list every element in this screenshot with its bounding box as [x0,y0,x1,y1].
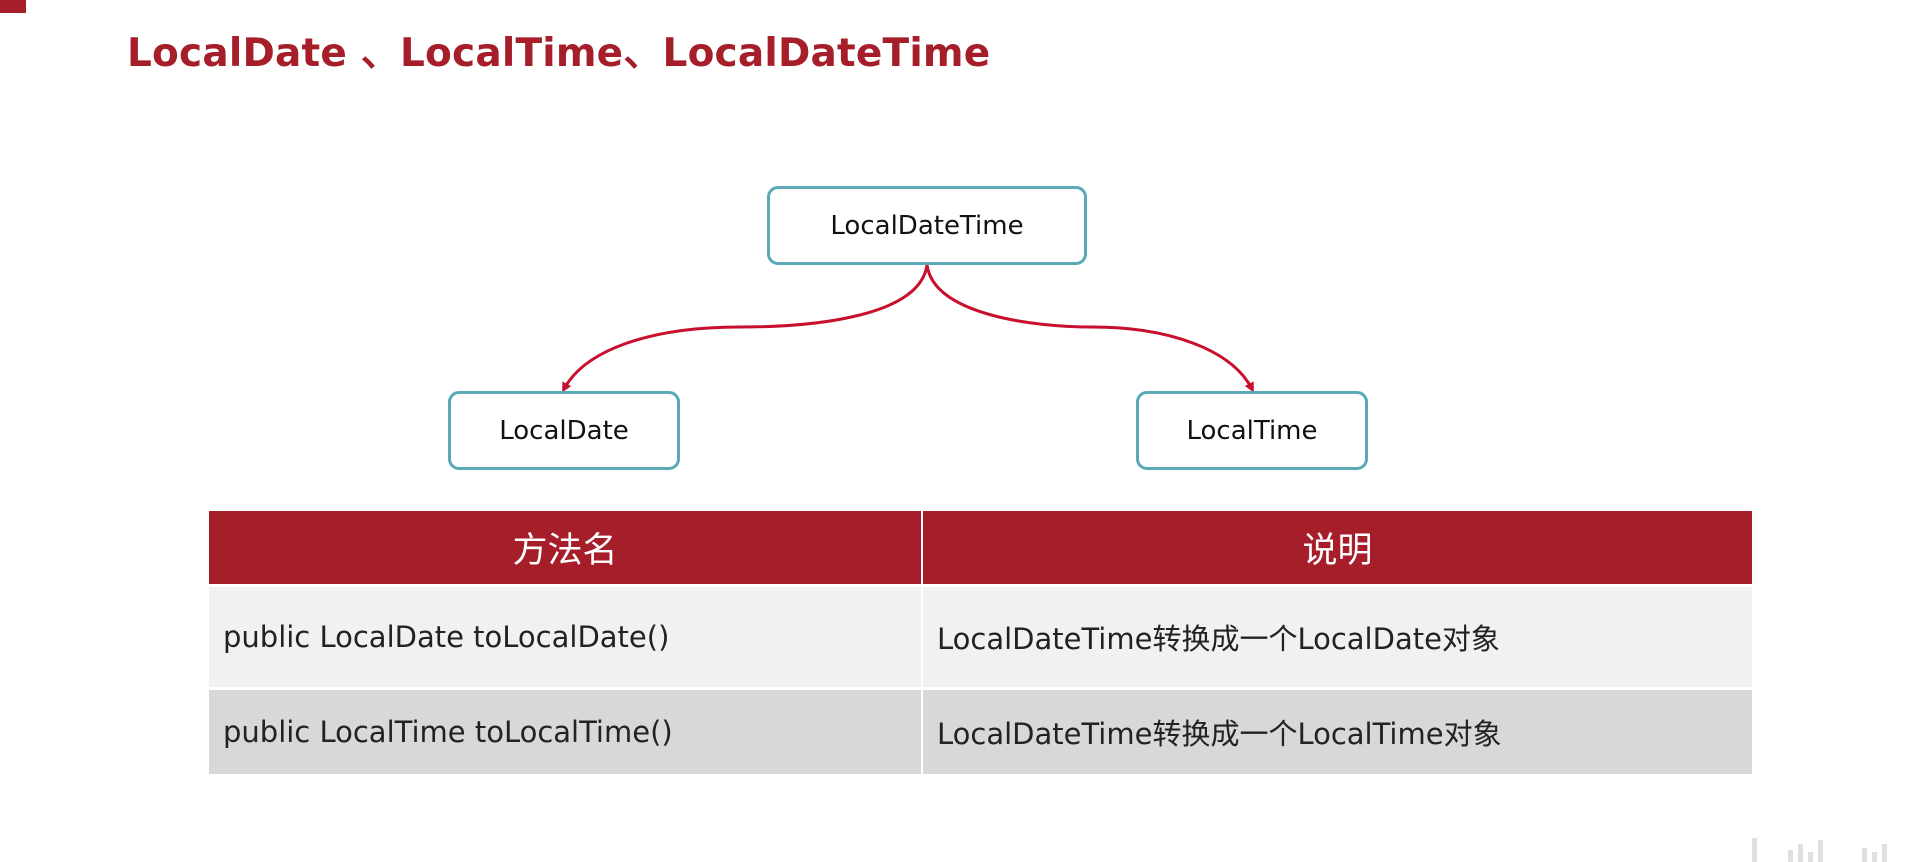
header-method-name: 方法名 [209,511,923,586]
connector-to-localdate [562,264,929,393]
description-cell: LocalDateTime转换成一个LocalDate对象 [922,584,1752,689]
method-cell: public LocalTime toLocalTime() [209,687,923,774]
table-header-row: 方法名 说明 [209,511,1752,586]
table-row: public LocalTime toLocalTime() LocalDate… [209,687,1752,774]
node-localdate-label: LocalDate [499,415,629,446]
description-cell: LocalDateTime转换成一个LocalTime对象 [922,687,1752,774]
node-localdatetime: LocalDateTime [767,186,1087,265]
node-localtime-label: LocalTime [1186,415,1318,446]
methods-table: 方法名 说明 public LocalDate toLocalDate() Lo… [209,511,1752,774]
watermark-logo [1752,838,1887,862]
node-localdate: LocalDate [448,391,680,470]
node-localdatetime-label: LocalDateTime [830,210,1024,241]
connector-to-localtime [925,264,1254,393]
node-localtime: LocalTime [1136,391,1368,470]
method-cell: public LocalDate toLocalDate() [209,584,923,689]
header-description: 说明 [922,511,1752,586]
table-row: public LocalDate toLocalDate() LocalDate… [209,584,1752,689]
slide: LocalDate 、LocalTime、LocalDateTime Local… [0,0,1919,862]
